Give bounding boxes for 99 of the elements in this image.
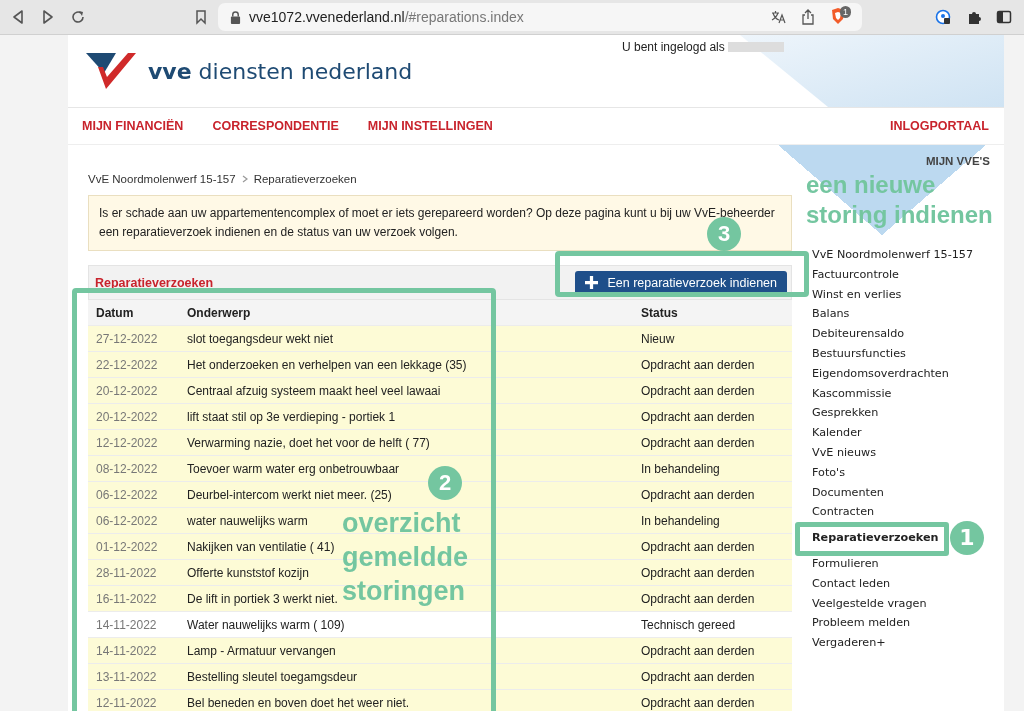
- reload-icon[interactable]: [70, 9, 86, 25]
- table-cell: Nieuw: [633, 325, 792, 352]
- sidebar-link[interactable]: Veelgestelde vragen: [812, 596, 927, 610]
- profile-icon[interactable]: [935, 9, 951, 25]
- table-cell: 16-11-2022: [88, 585, 179, 612]
- column-header: Onderwerp: [179, 300, 633, 326]
- table-cell: Deurbel-intercom werkt niet meer. (25): [187, 487, 392, 502]
- sidebar-link[interactable]: Kascommissie: [812, 386, 892, 400]
- sidebar-link[interactable]: Eigendomsoverdrachten: [812, 366, 949, 380]
- table-cell: In behandeling: [633, 455, 792, 482]
- table-cell: 13-11-2022: [88, 663, 179, 690]
- forward-icon[interactable]: [40, 9, 56, 25]
- breadcrumb-link[interactable]: VvE Noordmolenwerf 15-157: [88, 173, 236, 185]
- sidebar-link[interactable]: Contact leden: [812, 576, 891, 590]
- table-cell: Verwarming nazie, doet het voor de helft ( 77): [187, 435, 430, 450]
- table-cell: 14-11-2022: [88, 637, 179, 664]
- sidebar-link[interactable]: Kalender: [812, 426, 862, 440]
- table-cell: 28-11-2022: [88, 559, 179, 586]
- back-icon[interactable]: [10, 9, 26, 25]
- table-cell: Opdracht aan derden: [633, 429, 792, 456]
- table-cell: Toevoer warm water erg onbetrouwbaar: [187, 461, 400, 476]
- nav-link[interactable]: MIJN FINANCIËN: [82, 119, 184, 133]
- panel-title: Reparatieverzoeken: [95, 275, 214, 290]
- bookmark-icon[interactable]: [193, 9, 209, 25]
- table-cell: Opdracht aan derden: [633, 663, 792, 690]
- address-bar[interactable]: vve1072.vvenederland.nl/#reparations.index 1: [218, 3, 862, 31]
- table-cell: 08-12-2022: [88, 455, 179, 482]
- table-cell: In behandeling: [633, 507, 792, 534]
- sidebar-link[interactable]: Foto's: [812, 465, 846, 479]
- table-cell: Centraal afzuig systeem maakt heel veel lawaai: [187, 383, 441, 398]
- step-badge: 1: [950, 521, 984, 556]
- table-cell: Opdracht aan derden: [633, 481, 792, 508]
- sidebar-link[interactable]: Factuurcontrole: [812, 267, 899, 281]
- table-cell: Nakijken van ventilatie ( 41): [187, 539, 335, 554]
- notification-badge: 1: [840, 6, 851, 18]
- table-cell: Technisch gereed: [633, 611, 792, 638]
- table-cell: Het onderzoeken en verhelpen van een lekkage (35): [187, 357, 467, 372]
- chevron-right-icon: [241, 175, 248, 183]
- sidebar-link[interactable]: Bestuursfuncties: [812, 347, 906, 360]
- login-label: U bent ingelogd als: [622, 40, 725, 54]
- logo-icon: [86, 51, 138, 91]
- table-cell: Bestelling sleutel toegamgsdeur: [187, 669, 358, 684]
- table-cell: lift staat stil op 3e verdieping - portiek 1: [187, 409, 396, 424]
- sidebar-link[interactable]: Formulieren: [812, 556, 879, 570]
- sidebar-link[interactable]: Probleem melden: [812, 616, 911, 630]
- lock-icon: [230, 10, 241, 24]
- table-cell: Opdracht aan derden: [633, 533, 792, 560]
- column-header: Status: [633, 300, 792, 326]
- table-cell: De lift in portiek 3 werkt niet.: [187, 591, 338, 606]
- table-cell: Opdracht aan derden: [633, 559, 792, 586]
- sidebar-link[interactable]: VvE Noordmolenwerf 15-157: [812, 248, 974, 261]
- sidebar-link[interactable]: Balans: [812, 307, 850, 321]
- url-path: /#reparations.index: [404, 9, 524, 25]
- translate-icon[interactable]: [770, 9, 786, 25]
- sidebar-link[interactable]: Reparatieverzoeken: [812, 531, 939, 545]
- table-cell: 20-12-2022: [88, 403, 179, 430]
- url-host: vve1072.vvenederland.nl: [249, 9, 405, 25]
- table-cell: 06-12-2022: [88, 481, 179, 508]
- table-cell: Lamp - Armatuur vervangen: [187, 643, 336, 658]
- table-cell: 06-12-2022: [88, 507, 179, 534]
- redacted-username: [727, 42, 784, 52]
- share-icon[interactable]: [800, 9, 816, 25]
- table-cell: 14-11-2022: [88, 611, 179, 638]
- sidebar-link[interactable]: Winst en verlies: [812, 287, 902, 301]
- table-cell: water nauwelijks warm: [187, 513, 308, 528]
- table-cell: Opdracht aan derden: [633, 585, 792, 612]
- sidebar-link[interactable]: Gesprekken: [812, 406, 879, 420]
- table-cell: Opdracht aan derden: [633, 403, 792, 430]
- sidebar-link[interactable]: Documenten: [812, 485, 884, 499]
- puzzle-icon[interactable]: [966, 9, 982, 25]
- sidebar-link[interactable]: VvE nieuws: [812, 445, 877, 459]
- column-header: Datum: [88, 300, 179, 326]
- table-cell: 12-12-2022: [88, 429, 179, 456]
- table-cell: Opdracht aan derden: [633, 689, 792, 711]
- table-cell: 12-11-2022: [88, 689, 179, 711]
- table-cell: Opdracht aan derden: [633, 377, 792, 404]
- sidebar-icon[interactable]: [996, 9, 1012, 25]
- login-portal-link[interactable]: INLOGPORTAAL: [889, 119, 989, 133]
- nav-link[interactable]: MIJN INSTELLINGEN: [367, 119, 493, 133]
- table-cell: Opdracht aan derden: [633, 637, 792, 664]
- table-cell: 27-12-2022: [88, 325, 179, 352]
- logo-text: vve diensten nederland: [148, 58, 413, 84]
- table-cell: 20-12-2022: [88, 377, 179, 404]
- table-cell: slot toegangsdeur wekt niet: [187, 331, 334, 346]
- annotation-text: overzicht gemeldde storingen: [342, 507, 470, 608]
- table-cell: Opdracht aan derden: [633, 351, 792, 378]
- plus-icon: [585, 276, 599, 289]
- table-cell: Bel beneden en boven doet het weer niet.: [187, 695, 410, 710]
- table-cell: 22-12-2022: [88, 351, 179, 378]
- table-cell: Water nauwelijks warm ( 109): [187, 617, 345, 632]
- table-cell: 01-12-2022: [88, 533, 179, 560]
- table-cell: Offerte kunststof kozijn: [187, 565, 309, 580]
- breadcrumb-current: Reparatieverzoeken: [253, 173, 357, 185]
- sidebar-link[interactable]: Vergaderen+: [812, 636, 886, 650]
- sidebar-title: MIJN VVE'S: [924, 155, 990, 167]
- sidebar-link[interactable]: Debiteurensaldo: [812, 327, 905, 341]
- add-request-button[interactable]: Een reparatieverzoek indienen: [575, 270, 787, 295]
- nav-link[interactable]: CORRESPONDENTIE: [212, 119, 339, 133]
- sidebar-link[interactable]: Contracten: [812, 505, 875, 519]
